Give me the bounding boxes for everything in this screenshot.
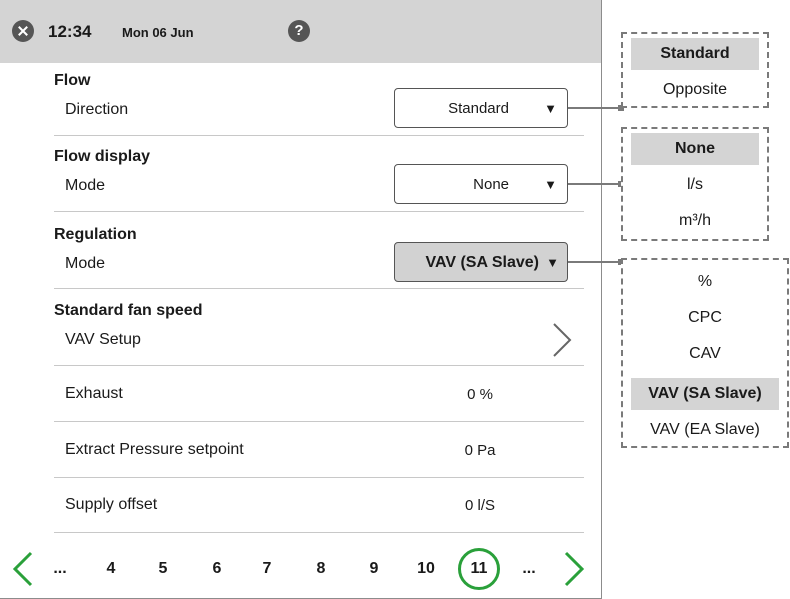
status-header: 12:34 Mon 06 Jun ? — [0, 0, 601, 63]
page-number[interactable]: 9 — [359, 560, 389, 578]
section-title-flow-display: Flow display — [54, 148, 151, 165]
option-vav-ea-slave[interactable]: VAV (EA Slave) — [631, 414, 779, 446]
flow-display-mode-dropdown[interactable]: None ▼ — [394, 164, 568, 204]
divider — [54, 532, 584, 533]
page-ellipsis[interactable]: ... — [514, 560, 544, 578]
regulation-mode-value: VAV (SA Slave) — [425, 254, 539, 271]
supply-offset-label: Supply offset — [65, 496, 158, 513]
page-number[interactable]: 7 — [252, 560, 282, 578]
pagination: ... 4 5 6 7 8 9 10 11 ... — [0, 540, 601, 599]
connector-line — [568, 183, 622, 185]
page-ellipsis[interactable]: ... — [45, 560, 75, 578]
dropdown-arrow-icon: ▼ — [544, 101, 557, 116]
chevron-right-icon[interactable] — [551, 322, 573, 358]
supply-offset-value[interactable]: 0 l/S — [440, 497, 520, 514]
option-none[interactable]: None — [631, 133, 759, 165]
option-percent[interactable]: % — [631, 266, 779, 298]
option-cav[interactable]: CAV — [631, 338, 779, 370]
divider — [54, 211, 584, 212]
flow-display-mode-value: None — [473, 176, 509, 193]
divider — [54, 421, 584, 422]
exhaust-value[interactable]: 0 % — [440, 386, 520, 403]
page-number[interactable]: 10 — [411, 560, 441, 578]
exhaust-label: Exhaust — [65, 385, 123, 402]
help-icon[interactable]: ? — [288, 20, 310, 42]
option-cpc[interactable]: CPC — [631, 302, 779, 334]
direction-options-popup: Standard Opposite — [621, 32, 769, 108]
device-screen: 12:34 Mon 06 Jun ? Flow Direction Standa… — [0, 0, 602, 599]
option-ls[interactable]: l/s — [631, 169, 759, 201]
option-opposite[interactable]: Opposite — [631, 74, 759, 106]
extract-pressure-value[interactable]: 0 Pa — [440, 442, 520, 459]
prev-page-icon[interactable] — [12, 551, 34, 587]
option-m3h[interactable]: m³/h — [631, 205, 759, 237]
divider — [54, 135, 584, 136]
divider — [54, 288, 584, 289]
dropdown-arrow-icon: ▼ — [544, 177, 557, 192]
vav-setup-label[interactable]: VAV Setup — [65, 331, 141, 349]
page-current[interactable]: 11 — [458, 548, 500, 590]
next-page-icon[interactable] — [563, 551, 585, 587]
section-title-flow: Flow — [54, 72, 91, 89]
flow-display-options-popup: None l/s m³/h — [621, 127, 769, 241]
flow-direction-label: Direction — [65, 101, 129, 118]
flow-direction-value: Standard — [448, 100, 509, 117]
option-vav-sa-slave[interactable]: VAV (SA Slave) — [631, 378, 779, 410]
page-number[interactable]: 4 — [96, 560, 126, 578]
divider — [54, 477, 584, 478]
flow-direction-dropdown[interactable]: Standard ▼ — [394, 88, 568, 128]
page-number[interactable]: 8 — [306, 560, 336, 578]
clock-date: Mon 06 Jun — [122, 25, 194, 40]
flow-display-mode-label: Mode — [65, 177, 106, 194]
section-title-fan-speed: Standard fan speed — [54, 302, 203, 319]
regulation-mode-label: Mode — [65, 255, 106, 272]
regulation-options-popup: % CPC CAV VAV (SA Slave) VAV (EA Slave) — [621, 258, 789, 448]
divider — [54, 365, 584, 366]
connector-line — [568, 261, 622, 263]
option-standard[interactable]: Standard — [631, 38, 759, 70]
close-icon[interactable] — [12, 20, 34, 42]
regulation-mode-dropdown[interactable]: VAV (SA Slave) ▼ — [394, 242, 568, 282]
clock-time: 12:34 — [48, 22, 92, 41]
page-number[interactable]: 5 — [148, 560, 178, 578]
dropdown-arrow-icon: ▼ — [546, 255, 559, 270]
connector-line — [568, 107, 622, 109]
page-number[interactable]: 6 — [202, 560, 232, 578]
section-title-regulation: Regulation — [54, 226, 137, 243]
extract-pressure-label: Extract Pressure setpoint — [65, 441, 244, 458]
